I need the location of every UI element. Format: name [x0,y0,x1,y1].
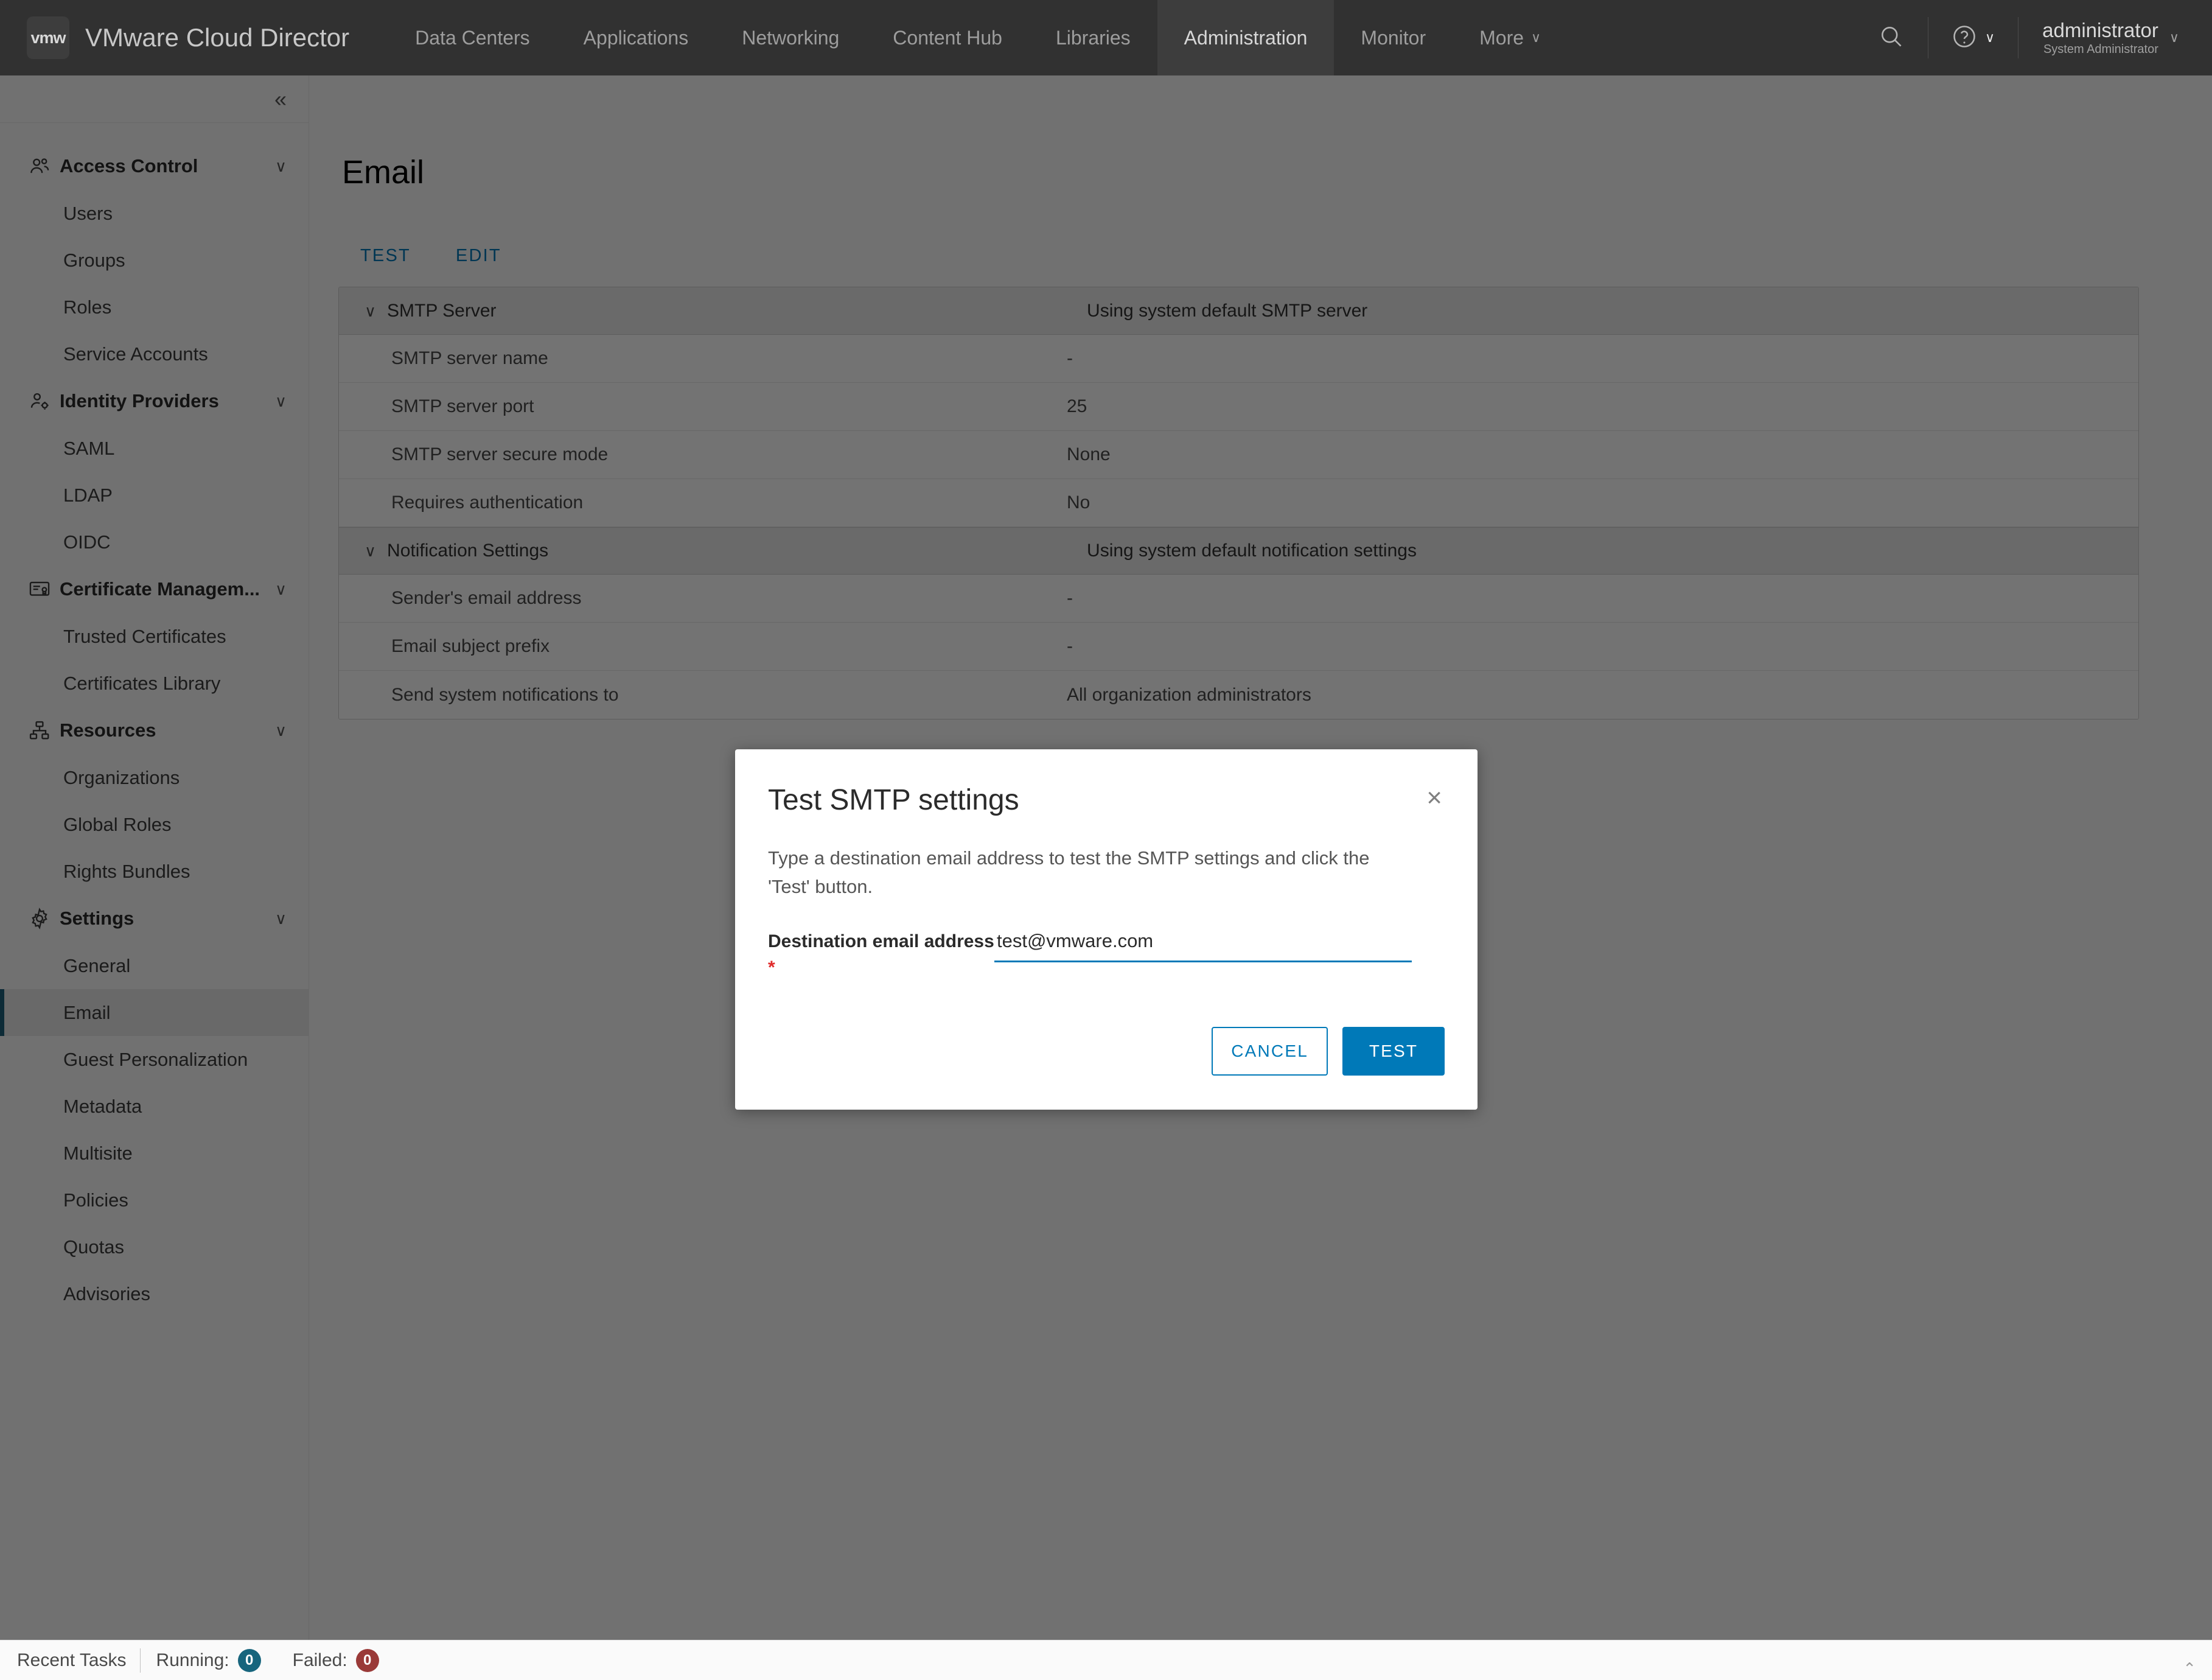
header-actions: ∨ administrator System Administrator ∨ [1855,0,2212,75]
nav-item-more-label: More [1479,26,1524,49]
failed-label: Failed: [292,1650,347,1670]
nav-item-content-hub[interactable]: Content Hub [866,0,1029,75]
help-icon [1951,23,1978,53]
destination-email-input[interactable] [994,926,1412,963]
user-role: System Administrator [2043,42,2158,56]
cancel-button[interactable]: CANCEL [1212,1027,1328,1076]
destination-email-form-row: Destination email address * [768,901,1445,981]
user-name: administrator [2042,18,2158,41]
recent-tasks-bar[interactable]: Recent Tasks Running: 0 Failed: 0 ⌃ [0,1640,2212,1680]
dialog-title: Test SMTP settings [768,784,1019,816]
dialog-header: Test SMTP settings × [768,749,1445,817]
dialog-description: Type a destination email address to test… [768,847,1370,898]
nav-item-more[interactable]: More ∨ [1453,0,1568,75]
chevron-down-icon: ∨ [2169,30,2179,45]
recent-tasks-label: Recent Tasks [17,1650,127,1670]
vmware-logo-icon: vmw [27,16,69,59]
search-icon [1878,23,1905,53]
user-menu[interactable]: administrator System Administrator ∨ [2018,0,2185,75]
destination-email-label: Destination email address * [768,926,994,981]
top-header: vmw VMware Cloud Director Data Centers A… [0,0,2212,75]
help-button[interactable]: ∨ [1928,0,2018,75]
nav-item-libraries[interactable]: Libraries [1029,0,1157,75]
user-identity: administrator System Administrator [2042,19,2158,57]
test-button[interactable]: TEST [1342,1027,1445,1076]
nav-item-administration[interactable]: Administration [1157,0,1335,75]
nav-item-networking[interactable]: Networking [715,0,866,75]
failed-count-badge: 0 [355,1648,379,1672]
brand[interactable]: vmw VMware Cloud Director [0,0,368,75]
dialog-body: Type a destination email address to test… [768,817,1445,981]
test-smtp-settings-dialog: Test SMTP settings × Type a destination … [735,749,1478,1110]
primary-nav: Data Centers Applications Networking Con… [368,0,1855,75]
nav-item-monitor[interactable]: Monitor [1334,0,1453,75]
failed-tasks-stat: Failed: 0 [277,1648,395,1672]
running-count-badge: 0 [237,1648,261,1672]
product-title: VMware Cloud Director [85,23,350,52]
nav-item-data-centers[interactable]: Data Centers [388,0,557,75]
chevron-down-icon: ∨ [1531,30,1541,45]
search-button[interactable] [1855,0,1928,75]
body-wrapper: « Access Control ∨ Us [0,75,2212,1640]
destination-email-control [994,926,1412,963]
close-icon[interactable]: × [1424,783,1445,812]
dialog-footer: CANCEL TEST [768,981,1445,1110]
destination-email-label-text: Destination email address [768,931,994,952]
app-root: vmw VMware Cloud Director Data Centers A… [0,0,2212,1680]
resize-handle-icon[interactable]: ⌃ [2183,1661,2196,1676]
running-label: Running: [156,1650,229,1670]
nav-item-applications[interactable]: Applications [557,0,716,75]
chevron-down-icon: ∨ [1985,30,1995,45]
running-tasks-stat: Running: 0 [141,1648,277,1672]
required-marker-icon: * [768,957,775,978]
